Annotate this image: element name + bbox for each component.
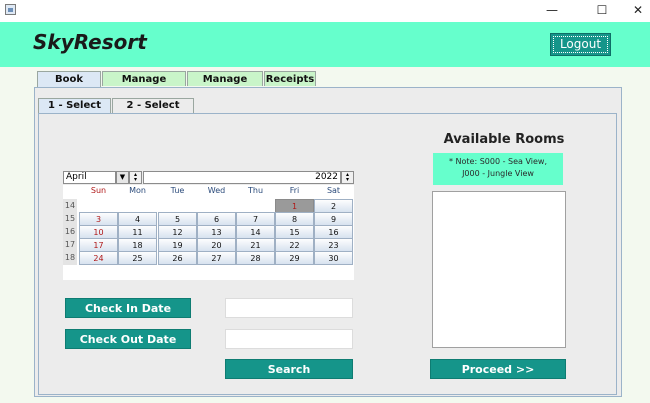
tab-book-room[interactable]: Book Room	[37, 71, 101, 100]
calendar-day[interactable]: 24	[79, 251, 118, 265]
calendar-day[interactable]: 16	[314, 225, 353, 239]
search-button[interactable]: Search	[225, 359, 353, 379]
check-out-date-field[interactable]	[225, 329, 353, 349]
calendar-day[interactable]: 26	[158, 251, 197, 265]
calendar-day[interactable]: 5	[158, 212, 197, 226]
calendar-day[interactable]: 13	[197, 225, 236, 239]
calendar-day[interactable]: 1	[275, 199, 314, 213]
tab-receipts[interactable]: Receipts	[264, 71, 316, 86]
brand-title: SkyResort	[33, 30, 147, 54]
week-number: 15	[63, 212, 77, 226]
tab-select-guest[interactable]: 2 - Select Guest	[112, 98, 194, 125]
tab-select-date[interactable]: 1 - Select Date	[38, 98, 111, 125]
main-content: Book Room Manage Bookings Manage Users R…	[0, 67, 650, 403]
app-icon	[5, 4, 16, 15]
calendar-day[interactable]: 25	[118, 251, 157, 265]
weekday-header: Thu	[247, 186, 264, 195]
year-spinner[interactable]: ▴ ▾	[341, 171, 354, 184]
calendar-day[interactable]: 11	[118, 225, 157, 239]
calendar-day[interactable]: 2	[314, 199, 353, 213]
calendar-day[interactable]: 27	[197, 251, 236, 265]
calendar-day[interactable]: 17	[79, 238, 118, 252]
calendar-day[interactable]: 4	[118, 212, 157, 226]
calendar-day[interactable]: 8	[275, 212, 314, 226]
calendar-day[interactable]: 20	[197, 238, 236, 252]
calendar-day[interactable]: 30	[314, 251, 353, 265]
room-note-line2: J000 - Jungle View	[462, 169, 534, 178]
calendar-grid: Sun Mon Tue Wed Thu Fri Sat 14 1 2 15 3 4 5 6 7 8 9 16 10 11…	[63, 185, 354, 280]
calendar-day[interactable]: 21	[236, 238, 275, 252]
weekday-header: Fri	[289, 186, 300, 195]
calendar-day[interactable]: 7	[236, 212, 275, 226]
check-out-date-button[interactable]: Check Out Date	[65, 329, 191, 349]
week-number: 17	[63, 238, 77, 252]
calendar-day[interactable]: 22	[275, 238, 314, 252]
month-select[interactable]: April	[63, 171, 116, 184]
weekday-header: Sat	[326, 186, 341, 195]
calendar-day[interactable]: 9	[314, 212, 353, 226]
select-date-panel: April ▼ ▴ ▾ 2022 ▴ ▾ Sun Mon Tue Wed Thu Fri Sat…	[38, 113, 617, 395]
title-bar: — ☐ ✕	[0, 0, 650, 22]
month-dropdown-arrow-icon[interactable]: ▼	[116, 171, 129, 184]
tab-manage-bookings[interactable]: Manage Bookings	[102, 71, 186, 100]
calendar-day[interactable]: 10	[79, 225, 118, 239]
room-note-line1: * Note: S000 - Sea View,	[448, 157, 547, 166]
check-in-date-field[interactable]	[225, 298, 353, 318]
minimize-button[interactable]: —	[535, 0, 569, 22]
weekday-header: Mon	[129, 186, 146, 195]
week-number: 14	[63, 199, 77, 213]
calendar-day[interactable]: 6	[197, 212, 236, 226]
month-spinner[interactable]: ▴ ▾	[129, 171, 142, 184]
calendar-day[interactable]: 19	[158, 238, 197, 252]
calendar-day[interactable]: 28	[236, 251, 275, 265]
weekday-header: Wed	[207, 186, 226, 195]
calendar-day[interactable]: 14	[236, 225, 275, 239]
year-field[interactable]: 2022	[143, 171, 341, 184]
weekday-header: Tue	[170, 186, 185, 195]
calendar-day[interactable]: 23	[314, 238, 353, 252]
logout-button[interactable]: Logout	[550, 33, 611, 56]
weekday-header: Sun	[90, 186, 107, 195]
calendar-day[interactable]: 12	[158, 225, 197, 239]
calendar-day[interactable]: 18	[118, 238, 157, 252]
maximize-button[interactable]: ☐	[585, 0, 619, 22]
available-rooms-list[interactable]	[432, 191, 566, 348]
app-header: SkyResort Logout	[0, 22, 650, 67]
proceed-button[interactable]: Proceed >>	[430, 359, 566, 379]
tab-manage-users[interactable]: Manage Users	[187, 71, 263, 100]
check-in-date-button[interactable]: Check In Date	[65, 298, 191, 318]
calendar-day[interactable]: 29	[275, 251, 314, 265]
book-room-panel: 1 - Select Date 2 - Select Guest April ▼…	[34, 87, 622, 397]
calendar-day[interactable]: 15	[275, 225, 314, 239]
available-rooms-title: Available Rooms	[443, 132, 565, 147]
close-button[interactable]: ✕	[621, 0, 650, 22]
week-number: 18	[63, 251, 77, 265]
calendar-day[interactable]: 3	[79, 212, 118, 226]
room-note: * Note: S000 - Sea View, J000 - Jungle V…	[433, 153, 563, 185]
week-number: 16	[63, 225, 77, 239]
